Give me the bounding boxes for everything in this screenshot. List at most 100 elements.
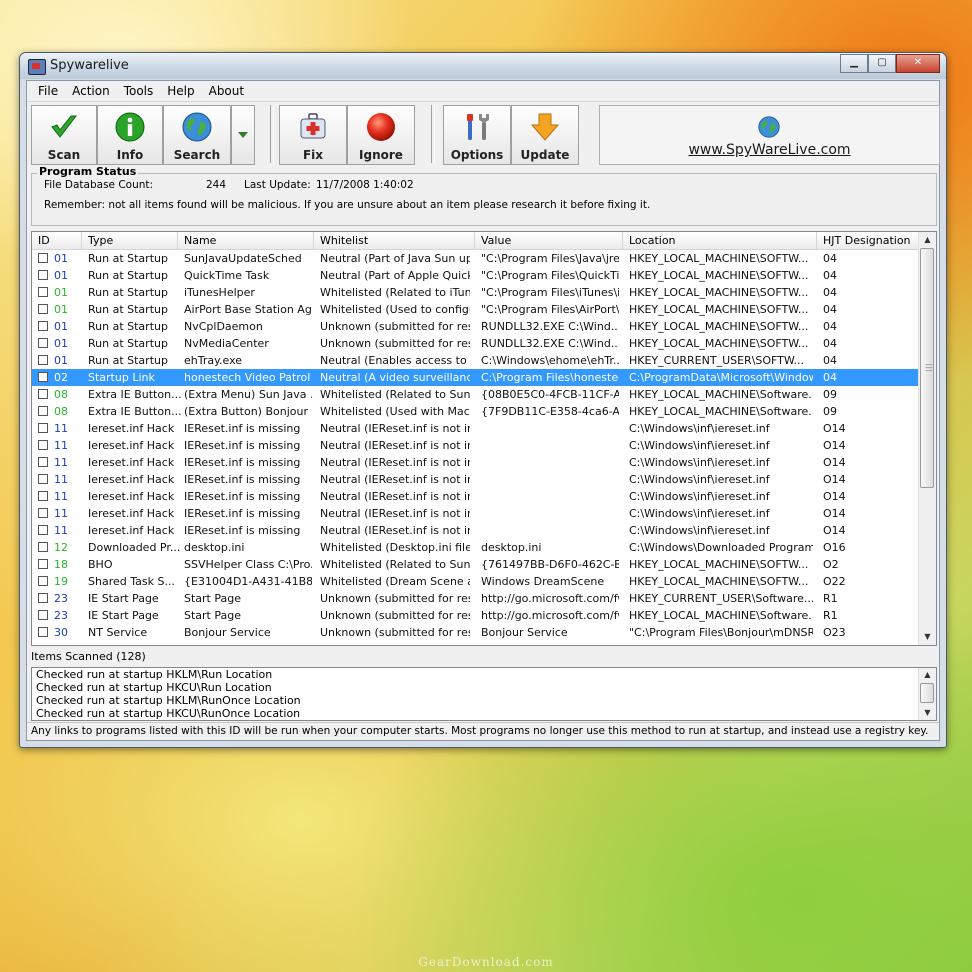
chevron-down-icon xyxy=(238,132,248,138)
cell-whitelist: Whitelisted (Used to configur... xyxy=(320,303,470,316)
title-bar[interactable]: Spywarelive ▁ ▢ ✕ xyxy=(20,53,946,79)
row-checkbox[interactable] xyxy=(38,474,48,484)
website-link[interactable]: www.SpyWareLive.com xyxy=(600,142,939,158)
row-checkbox[interactable] xyxy=(38,508,48,518)
row-checkbox[interactable] xyxy=(38,355,48,365)
table-row[interactable]: 01 Run at Startup SunJavaUpdateSched Neutra… xyxy=(32,250,919,267)
column-header-value[interactable]: Value xyxy=(475,232,623,249)
ignore-button[interactable]: Ignore xyxy=(347,105,415,165)
table-row[interactable]: 11 Iereset.inf Hack IEReset.inf is missing… xyxy=(32,505,919,522)
scroll-thumb[interactable] xyxy=(920,683,934,703)
table-row[interactable]: 12 Downloaded Pr... desktop.ini Whitelisted… xyxy=(32,539,919,556)
cell-location: HKEY_LOCAL_MACHINE\SOFTW... xyxy=(629,269,809,282)
items-scanned-label: Items Scanned (128) xyxy=(31,650,146,663)
results-list[interactable]: ID Type Name Whitelist Value Location HJ… xyxy=(31,231,937,646)
menu-file[interactable]: File xyxy=(31,84,65,98)
row-checkbox[interactable] xyxy=(38,406,48,416)
cell-id: 01 xyxy=(54,303,68,316)
update-button[interactable]: Update xyxy=(511,105,579,165)
menu-about[interactable]: About xyxy=(202,84,251,98)
cell-id: 18 xyxy=(54,558,68,571)
cell-id: 08 xyxy=(54,388,68,401)
column-header-name[interactable]: Name xyxy=(178,232,314,249)
search-dropdown-button[interactable] xyxy=(231,105,255,165)
row-checkbox[interactable] xyxy=(38,491,48,501)
cell-value xyxy=(481,522,619,539)
table-row[interactable]: 01 Run at Startup NvCplDaemon Unknown (subm… xyxy=(32,318,919,335)
scroll-thumb[interactable]: — — — xyxy=(920,248,934,488)
scroll-down-icon[interactable]: ▼ xyxy=(919,629,936,645)
maximize-icon[interactable]: ▢ xyxy=(868,54,896,73)
table-row[interactable]: 01 Run at Startup ehTray.exe Neutral (Enabl… xyxy=(32,352,919,369)
table-row[interactable]: 01 Run at Startup AirPort Base Station Ag.… xyxy=(32,301,919,318)
cell-hjt: 04 xyxy=(823,320,837,333)
row-checkbox[interactable] xyxy=(38,593,48,603)
row-checkbox[interactable] xyxy=(38,389,48,399)
row-checkbox[interactable] xyxy=(38,610,48,620)
table-row[interactable]: 01 Run at Startup NvMediaCenter Unknown (su… xyxy=(32,335,919,352)
row-checkbox[interactable] xyxy=(38,525,48,535)
row-checkbox[interactable] xyxy=(38,321,48,331)
cell-location: HKEY_LOCAL_MACHINE\Software... xyxy=(629,405,813,418)
column-header-type[interactable]: Type xyxy=(82,232,178,249)
fix-button[interactable]: Fix xyxy=(279,105,347,165)
table-row[interactable]: 08 Extra IE Button... (Extra Button) Bonjo… xyxy=(32,403,919,420)
row-checkbox[interactable] xyxy=(38,457,48,467)
info-button[interactable]: Info xyxy=(97,105,163,165)
row-checkbox[interactable] xyxy=(38,338,48,348)
row-checkbox[interactable] xyxy=(38,440,48,450)
cell-hjt: 04 xyxy=(823,286,837,299)
table-row[interactable]: 11 Iereset.inf Hack IEReset.inf is missing… xyxy=(32,420,919,437)
cell-location: HKEY_LOCAL_MACHINE\SOFTW... xyxy=(629,252,809,265)
row-checkbox[interactable] xyxy=(38,304,48,314)
close-icon[interactable]: ✕ xyxy=(896,54,940,73)
row-checkbox[interactable] xyxy=(38,253,48,263)
cell-id: 01 xyxy=(54,286,68,299)
table-row[interactable]: 23 IE Start Page Start Page Unknown (submit… xyxy=(32,590,919,607)
list-scrollbar[interactable]: ▲ — — — ▼ xyxy=(918,232,936,645)
search-button[interactable]: Search xyxy=(163,105,231,165)
table-row[interactable]: 23 IE Start Page Start Page Unknown (submit… xyxy=(32,607,919,624)
options-button[interactable]: Options xyxy=(443,105,511,165)
menu-help[interactable]: Help xyxy=(160,84,201,98)
table-row[interactable]: 11 Iereset.inf Hack IEReset.inf is missing… xyxy=(32,522,919,539)
column-header-location[interactable]: Location xyxy=(623,232,817,249)
cell-hjt: O14 xyxy=(823,524,846,537)
window-title: Spywarelive xyxy=(50,58,129,73)
row-checkbox[interactable] xyxy=(38,270,48,280)
cell-name: (Extra Menu) Sun Java ... xyxy=(184,388,312,401)
scroll-up-icon[interactable]: ▲ xyxy=(919,232,936,248)
table-row[interactable]: 18 BHO SSVHelper Class C:\Pro... Whiteliste… xyxy=(32,556,919,573)
scan-button[interactable]: Scan xyxy=(31,105,97,165)
row-checkbox[interactable] xyxy=(38,627,48,637)
row-checkbox[interactable] xyxy=(38,542,48,552)
scroll-down-icon[interactable]: ▼ xyxy=(919,706,936,720)
row-checkbox[interactable] xyxy=(38,287,48,297)
table-row[interactable]: 30 NT Service Bonjour Service Unknown (subm… xyxy=(32,624,919,641)
cell-id: 01 xyxy=(54,269,68,282)
program-status-group: Program Status File Database Count: 244 … xyxy=(31,165,937,226)
column-header-whitelist[interactable]: Whitelist xyxy=(314,232,475,249)
website-logo-panel[interactable]: www.SpyWareLive.com xyxy=(599,105,940,165)
minimize-icon[interactable]: ▁ xyxy=(840,54,868,73)
table-row[interactable]: 01 Run at Startup iTunesHelper Whitelisted … xyxy=(32,284,919,301)
row-checkbox[interactable] xyxy=(38,559,48,569)
menu-tools[interactable]: Tools xyxy=(117,84,161,98)
scroll-up-icon[interactable]: ▲ xyxy=(919,668,936,682)
column-header-id[interactable]: ID xyxy=(32,232,82,249)
row-checkbox[interactable] xyxy=(38,576,48,586)
log-scrollbar[interactable]: ▲ ▼ xyxy=(918,668,936,720)
row-checkbox[interactable] xyxy=(38,423,48,433)
table-row[interactable]: 11 Iereset.inf Hack IEReset.inf is missing… xyxy=(32,454,919,471)
table-row[interactable]: 11 Iereset.inf Hack IEReset.inf is missing… xyxy=(32,488,919,505)
table-row[interactable]: 08 Extra IE Button... (Extra Menu) Sun Jav… xyxy=(32,386,919,403)
table-row[interactable]: 11 Iereset.inf Hack IEReset.inf is missing… xyxy=(32,437,919,454)
table-row[interactable]: 11 Iereset.inf Hack IEReset.inf is missing… xyxy=(32,471,919,488)
column-header-hjt[interactable]: HJT Designation xyxy=(817,232,919,249)
row-checkbox[interactable] xyxy=(38,372,48,382)
table-row[interactable]: 01 Run at Startup QuickTime Task Neutral (P… xyxy=(32,267,919,284)
scan-log[interactable]: Checked run at startup HKLM\Run Location… xyxy=(31,667,937,721)
menu-action[interactable]: Action xyxy=(65,84,117,98)
table-row[interactable]: 02 Startup Link honestech Video Patrol ...… xyxy=(32,369,919,386)
table-row[interactable]: 19 Shared Task S... {E31004D1-A431-41B8-..… xyxy=(32,573,919,590)
